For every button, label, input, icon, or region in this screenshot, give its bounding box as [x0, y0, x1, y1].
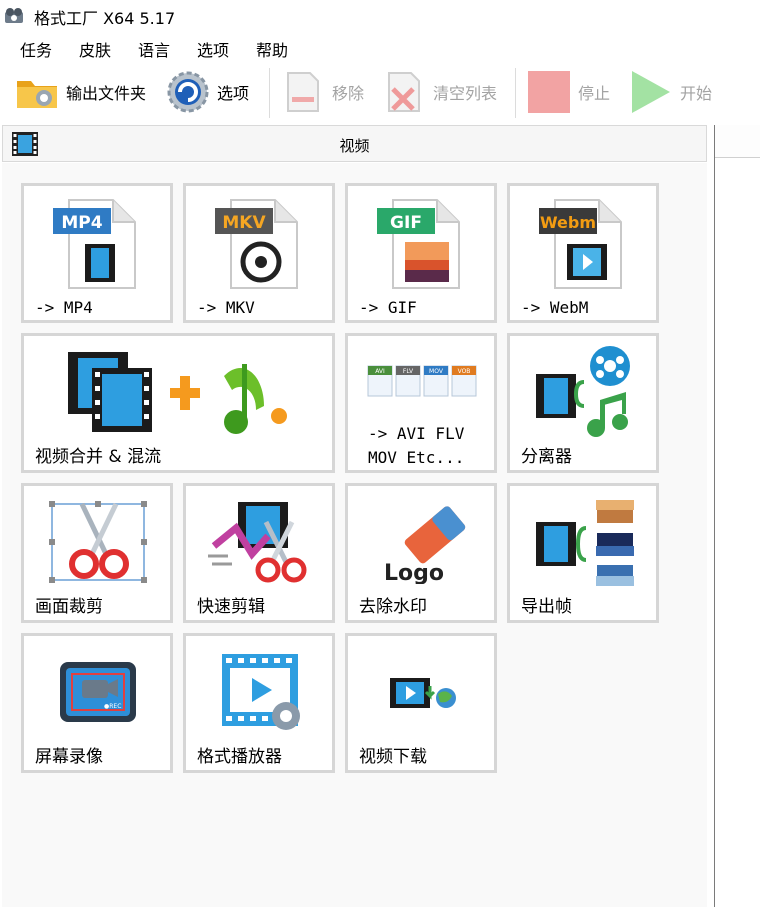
stop-button[interactable]: 停止: [526, 66, 610, 118]
tile-label: 视频合并 & 混流: [35, 447, 162, 467]
svg-text:VOB: VOB: [458, 368, 471, 375]
mkv-badge-text: MKV: [222, 213, 266, 233]
webm-badge-text: Webm: [540, 213, 596, 232]
tile-label: 分离器: [521, 447, 572, 467]
tile-label: 快速剪辑: [197, 597, 265, 617]
panel-title: 视频: [339, 137, 370, 155]
options-button[interactable]: 选项: [165, 66, 249, 118]
folder-icon: [17, 81, 57, 108]
tile-label: 格式播放器: [197, 747, 282, 767]
remove-document-icon: [287, 72, 319, 112]
logo-text: Logo: [384, 561, 444, 584]
tile-label: 去除水印: [359, 597, 427, 617]
tile-to-gif[interactable]: GIF -> GIF: [345, 183, 497, 323]
menu-options[interactable]: 选项: [197, 37, 229, 61]
app-logo-icon: [5, 8, 23, 23]
tile-label: -> MKV: [197, 298, 255, 317]
tile-merge-mux[interactable]: 视频合并 & 混流: [21, 333, 335, 473]
export-frames-icon: [536, 499, 635, 587]
tile-label: 视频下载: [359, 747, 427, 767]
menu-task[interactable]: 任务: [20, 37, 52, 61]
tile-player[interactable]: 格式播放器: [183, 633, 335, 773]
video-player-icon: [222, 654, 300, 730]
gear-icon: [167, 71, 209, 113]
video-download-icon: [390, 678, 456, 708]
tile-label: -> MP4: [35, 298, 93, 317]
merge-video-audio-icon: [68, 352, 287, 434]
tile-label: -> GIF: [359, 298, 417, 317]
output-folder-label: 输出文件夹: [66, 84, 147, 103]
format-icons-strip: AVI FLV MOV VOB: [367, 365, 477, 397]
toolbar: 输出文件夹 选项 移除 清空列表 停止 开始: [0, 62, 760, 122]
svg-text:MOV: MOV: [429, 368, 444, 375]
tile-to-mkv[interactable]: MKV -> MKV: [183, 183, 335, 323]
options-label: 选项: [217, 84, 250, 103]
clear-list-icon: [388, 72, 420, 112]
tile-video-download[interactable]: 视频下载: [345, 633, 497, 773]
tile-label-line2: MOV Etc...: [368, 448, 465, 467]
toolbar-divider: [269, 68, 270, 118]
video-panel-header[interactable]: 视频: [2, 125, 707, 162]
tile-label: 屏幕录像: [35, 747, 103, 767]
gif-badge-text: GIF: [390, 213, 422, 233]
webm-file-icon: Webm: [539, 199, 622, 289]
mkv-file-icon: MKV: [215, 199, 298, 289]
remove-button[interactable]: 移除: [280, 66, 364, 118]
gif-file-icon: GIF: [377, 199, 460, 289]
play-icon: [632, 71, 670, 113]
start-button[interactable]: 开始: [628, 66, 712, 118]
task-list-header: [715, 125, 760, 158]
remove-label: 移除: [332, 84, 365, 103]
tile-to-mp4[interactable]: MP4 -> MP4: [21, 183, 173, 323]
mp4-badge-text: MP4: [61, 213, 102, 233]
mp4-file-icon: MP4: [53, 199, 136, 289]
menu-bar: 任务 皮肤 语言 选项 帮助: [0, 34, 760, 60]
tile-screen-record[interactable]: ●REC 屏幕录像: [21, 633, 173, 773]
menu-skin[interactable]: 皮肤: [79, 37, 111, 61]
task-list-panel[interactable]: [714, 125, 760, 907]
svg-text:FLV: FLV: [403, 368, 414, 375]
svg-text:AVI: AVI: [375, 368, 385, 375]
eraser-icon: Logo: [384, 506, 466, 584]
clear-list-label: 清空列表: [433, 84, 498, 103]
tile-to-other-formats[interactable]: AVI FLV MOV VOB -> AVI FLV MOV Etc...: [345, 333, 497, 473]
demux-icon: [536, 346, 630, 437]
menu-help[interactable]: 帮助: [256, 37, 288, 61]
tile-demuxer[interactable]: 分离器: [507, 333, 659, 473]
start-label: 开始: [680, 84, 713, 103]
tile-label: 导出帧: [521, 597, 572, 617]
stop-icon: [528, 71, 570, 113]
tile-label: -> WebM: [521, 298, 589, 317]
tile-label: 画面裁剪: [35, 597, 103, 617]
tile-label-line1: -> AVI FLV: [368, 424, 465, 443]
toolbar-divider: [515, 68, 516, 118]
quick-clip-icon: [208, 502, 307, 583]
clear-list-button[interactable]: 清空列表: [381, 66, 497, 118]
tile-quick-clip[interactable]: 快速剪辑: [183, 483, 335, 623]
tile-crop[interactable]: 画面裁剪: [21, 483, 173, 623]
tile-label: -> AVI FLV MOV Etc...: [368, 422, 464, 470]
title-bar: 格式工厂 X64 5.17: [0, 0, 760, 32]
window-title: 格式工厂 X64 5.17: [34, 9, 176, 28]
video-tools-grid: MP4 -> MP4 MKV -> MKV GIF -> GIF Webm ->…: [2, 163, 707, 907]
output-folder-button[interactable]: 输出文件夹: [14, 66, 146, 118]
tile-to-webm[interactable]: Webm -> WebM: [507, 183, 659, 323]
rec-text: ●REC: [104, 703, 121, 710]
scissors-crop-icon: [49, 501, 147, 583]
stop-label: 停止: [578, 84, 611, 103]
tile-remove-watermark[interactable]: Logo 去除水印: [345, 483, 497, 623]
tile-export-frames[interactable]: 导出帧: [507, 483, 659, 623]
menu-language[interactable]: 语言: [138, 37, 170, 61]
screen-record-icon: ●REC: [60, 662, 136, 722]
